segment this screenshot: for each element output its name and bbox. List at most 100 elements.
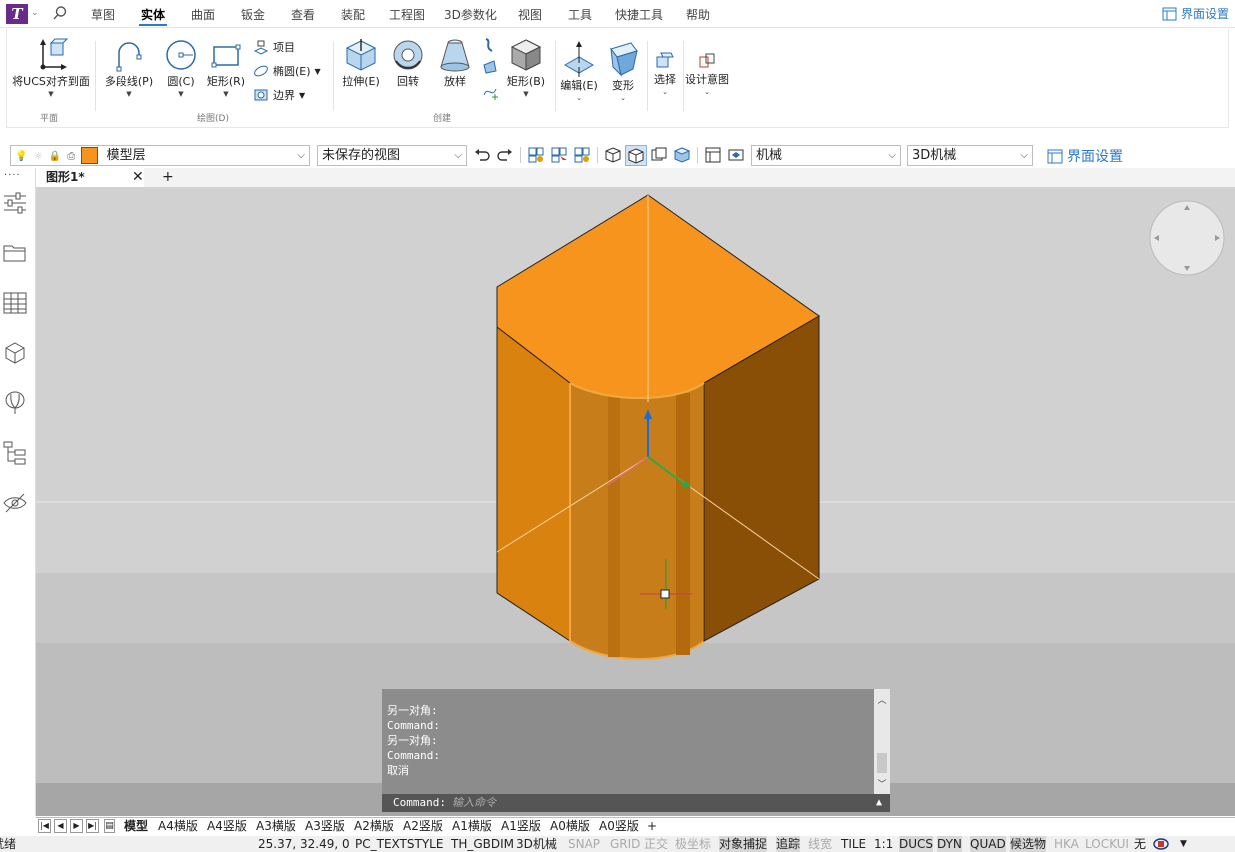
chevron-down-icon[interactable]: ﹀: [874, 777, 890, 790]
add-layout-button[interactable]: +: [647, 818, 657, 835]
redo-icon[interactable]: [496, 146, 514, 164]
caret-down-icon[interactable]: ▼: [11, 90, 91, 98]
align-ucs-button[interactable]: 将UCS对齐到面 ▼: [11, 37, 91, 98]
boundary-button[interactable]: 边界 ▼: [253, 87, 305, 103]
layout-tab[interactable]: A4竖版: [207, 818, 247, 835]
ellipse-button[interactable]: 椭圆(E) ▼: [253, 63, 321, 79]
chevron-up-icon[interactable]: ︿: [874, 693, 890, 706]
caret-down-icon[interactable]: ▼: [205, 90, 247, 98]
status-toggle-osnap[interactable]: 对象捕捉: [719, 836, 768, 852]
interface-settings-button[interactable]: 界面设置: [1162, 5, 1229, 22]
chevron-down-icon[interactable]: ⌵: [454, 146, 462, 165]
layout-tab[interactable]: A1竖版: [501, 818, 541, 835]
match-properties-icon[interactable]: [527, 146, 545, 164]
rectangle-button[interactable]: 矩形(R) ▼: [205, 37, 247, 98]
status-workspace[interactable]: 3D机械: [516, 836, 557, 852]
layer-dropdown[interactable]: 💡 ☼ 🔒 ⎙ 模型层 ⌵: [10, 145, 310, 166]
loft-button[interactable]: 放样: [435, 37, 475, 89]
chevron-down-icon[interactable]: ⌄: [605, 94, 641, 102]
layout-tab-model[interactable]: 模型: [124, 818, 148, 835]
status-dimstyle[interactable]: TH_GBDIM: [451, 836, 514, 852]
status-toggle-tile[interactable]: TILE: [841, 836, 866, 852]
tab-sheetmetal[interactable]: 钣金: [241, 6, 265, 23]
add-tab-button[interactable]: +: [162, 168, 174, 187]
layout-list-icon[interactable]: ▤: [104, 819, 115, 833]
layout-tab[interactable]: A0横版: [550, 818, 590, 835]
search-icon[interactable]: [52, 5, 68, 21]
status-toggle-tracking[interactable]: 追踪: [776, 836, 801, 852]
status-toggle-hka[interactable]: HKA: [1054, 836, 1079, 852]
annotation-scale-icon[interactable]: [1152, 837, 1170, 851]
workspace-switch-icon[interactable]: [727, 146, 745, 164]
realistic-cube-icon[interactable]: [673, 146, 691, 164]
status-toggle-dyn[interactable]: DYN: [937, 836, 962, 852]
tab-inspect[interactable]: 查看: [291, 6, 315, 23]
status-textstyle[interactable]: PC_TEXTSTYLE: [355, 836, 443, 852]
tab-view[interactable]: 视图: [518, 6, 542, 23]
properties-sliders-icon[interactable]: [2, 190, 28, 216]
layout-tab[interactable]: A3横版: [256, 818, 296, 835]
polyline-button[interactable]: 多段线(P) ▼: [103, 37, 155, 98]
tab-help[interactable]: 帮助: [686, 6, 710, 23]
scrollbar-thumb[interactable]: [877, 753, 887, 773]
status-coordinates[interactable]: 25.37, 32.49, 0: [258, 836, 350, 852]
status-toggle-ortho[interactable]: 正交: [644, 836, 668, 852]
prev-layout-icon[interactable]: ◀: [54, 819, 67, 833]
3d-cube-icon[interactable]: [2, 340, 28, 366]
shaded-view-button[interactable]: [625, 145, 647, 166]
status-toggle-snap[interactable]: SNAP: [568, 836, 600, 852]
status-toggle-polar[interactable]: 极坐标: [675, 836, 711, 852]
tab-assembly[interactable]: 装配: [341, 6, 365, 23]
last-layout-icon[interactable]: ▶|: [86, 819, 99, 833]
folder-icon[interactable]: [2, 240, 28, 266]
caret-up-icon[interactable]: ▲: [876, 794, 882, 812]
chevron-down-icon[interactable]: ⌄: [31, 8, 39, 18]
box-button[interactable]: 矩形(B) ▼: [505, 37, 547, 98]
tree-structure-icon[interactable]: [2, 440, 28, 466]
status-toggle-ducs[interactable]: DUCS: [899, 836, 934, 852]
caret-down-icon[interactable]: ▼: [1180, 836, 1187, 852]
tab-drawing[interactable]: 工程图: [389, 6, 425, 23]
wireframe-cube-icon[interactable]: [604, 146, 622, 164]
caret-down-icon[interactable]: ▼: [505, 90, 547, 98]
interface-settings-toolbar-button[interactable]: 界面设置: [1047, 146, 1123, 166]
tab-sketch[interactable]: 草图: [91, 6, 115, 23]
status-toggle-scale[interactable]: 1:1: [874, 836, 893, 852]
chevron-down-icon[interactable]: ⌄: [559, 94, 599, 102]
chevron-down-icon[interactable]: ⌵: [297, 146, 305, 165]
layout-tab[interactable]: A2竖版: [403, 818, 443, 835]
view-dropdown[interactable]: 未保存的视图 ⌵: [317, 145, 467, 166]
select-similar-icon[interactable]: [550, 146, 568, 164]
transform-button[interactable]: 变形 ⌄: [605, 41, 641, 102]
document-tab[interactable]: 图形1*: [36, 168, 144, 187]
hidden-line-icon[interactable]: [650, 146, 668, 164]
caret-down-icon[interactable]: ▼: [103, 90, 155, 98]
project-button[interactable]: 项目: [253, 39, 295, 55]
status-annotation[interactable]: 无: [1134, 836, 1146, 852]
app-logo[interactable]: T: [6, 4, 28, 24]
tab-solid[interactable]: 实体: [138, 6, 168, 26]
next-layout-icon[interactable]: ▶: [70, 819, 83, 833]
caret-down-icon[interactable]: ▼: [315, 67, 321, 76]
command-input[interactable]: Command: 输入命令 ▲: [382, 794, 890, 812]
command-scrollbar[interactable]: ︿ ﹀: [874, 689, 890, 794]
layout-tab[interactable]: A3竖版: [305, 818, 345, 835]
sweep-tools[interactable]: [479, 37, 501, 109]
printer-icon[interactable]: ⎙: [67, 151, 75, 162]
workspace3d-dropdown[interactable]: 3D机械 ⌵: [907, 145, 1033, 166]
grip-icon[interactable]: ····: [4, 170, 21, 181]
hide-eye-icon[interactable]: [2, 490, 28, 516]
select-button[interactable]: 选择 ⌄: [650, 51, 680, 96]
tab-surface[interactable]: 曲面: [191, 6, 215, 23]
quick-select-icon[interactable]: [573, 146, 591, 164]
chevron-down-icon[interactable]: ⌵: [888, 146, 896, 165]
table-icon[interactable]: [2, 290, 28, 316]
chevron-down-icon[interactable]: ⌵: [1020, 146, 1028, 165]
edit-button[interactable]: 编辑(E) ⌄: [559, 41, 599, 102]
tab-quick-tools[interactable]: 快捷工具: [615, 6, 663, 23]
lock-icon[interactable]: 🔒: [49, 151, 61, 162]
balloon-icon[interactable]: [2, 390, 28, 416]
workspace-dropdown[interactable]: 机械 ⌵: [751, 145, 901, 166]
status-toggle-grid[interactable]: GRID: [610, 836, 640, 852]
layout-tab[interactable]: A0竖版: [599, 818, 639, 835]
